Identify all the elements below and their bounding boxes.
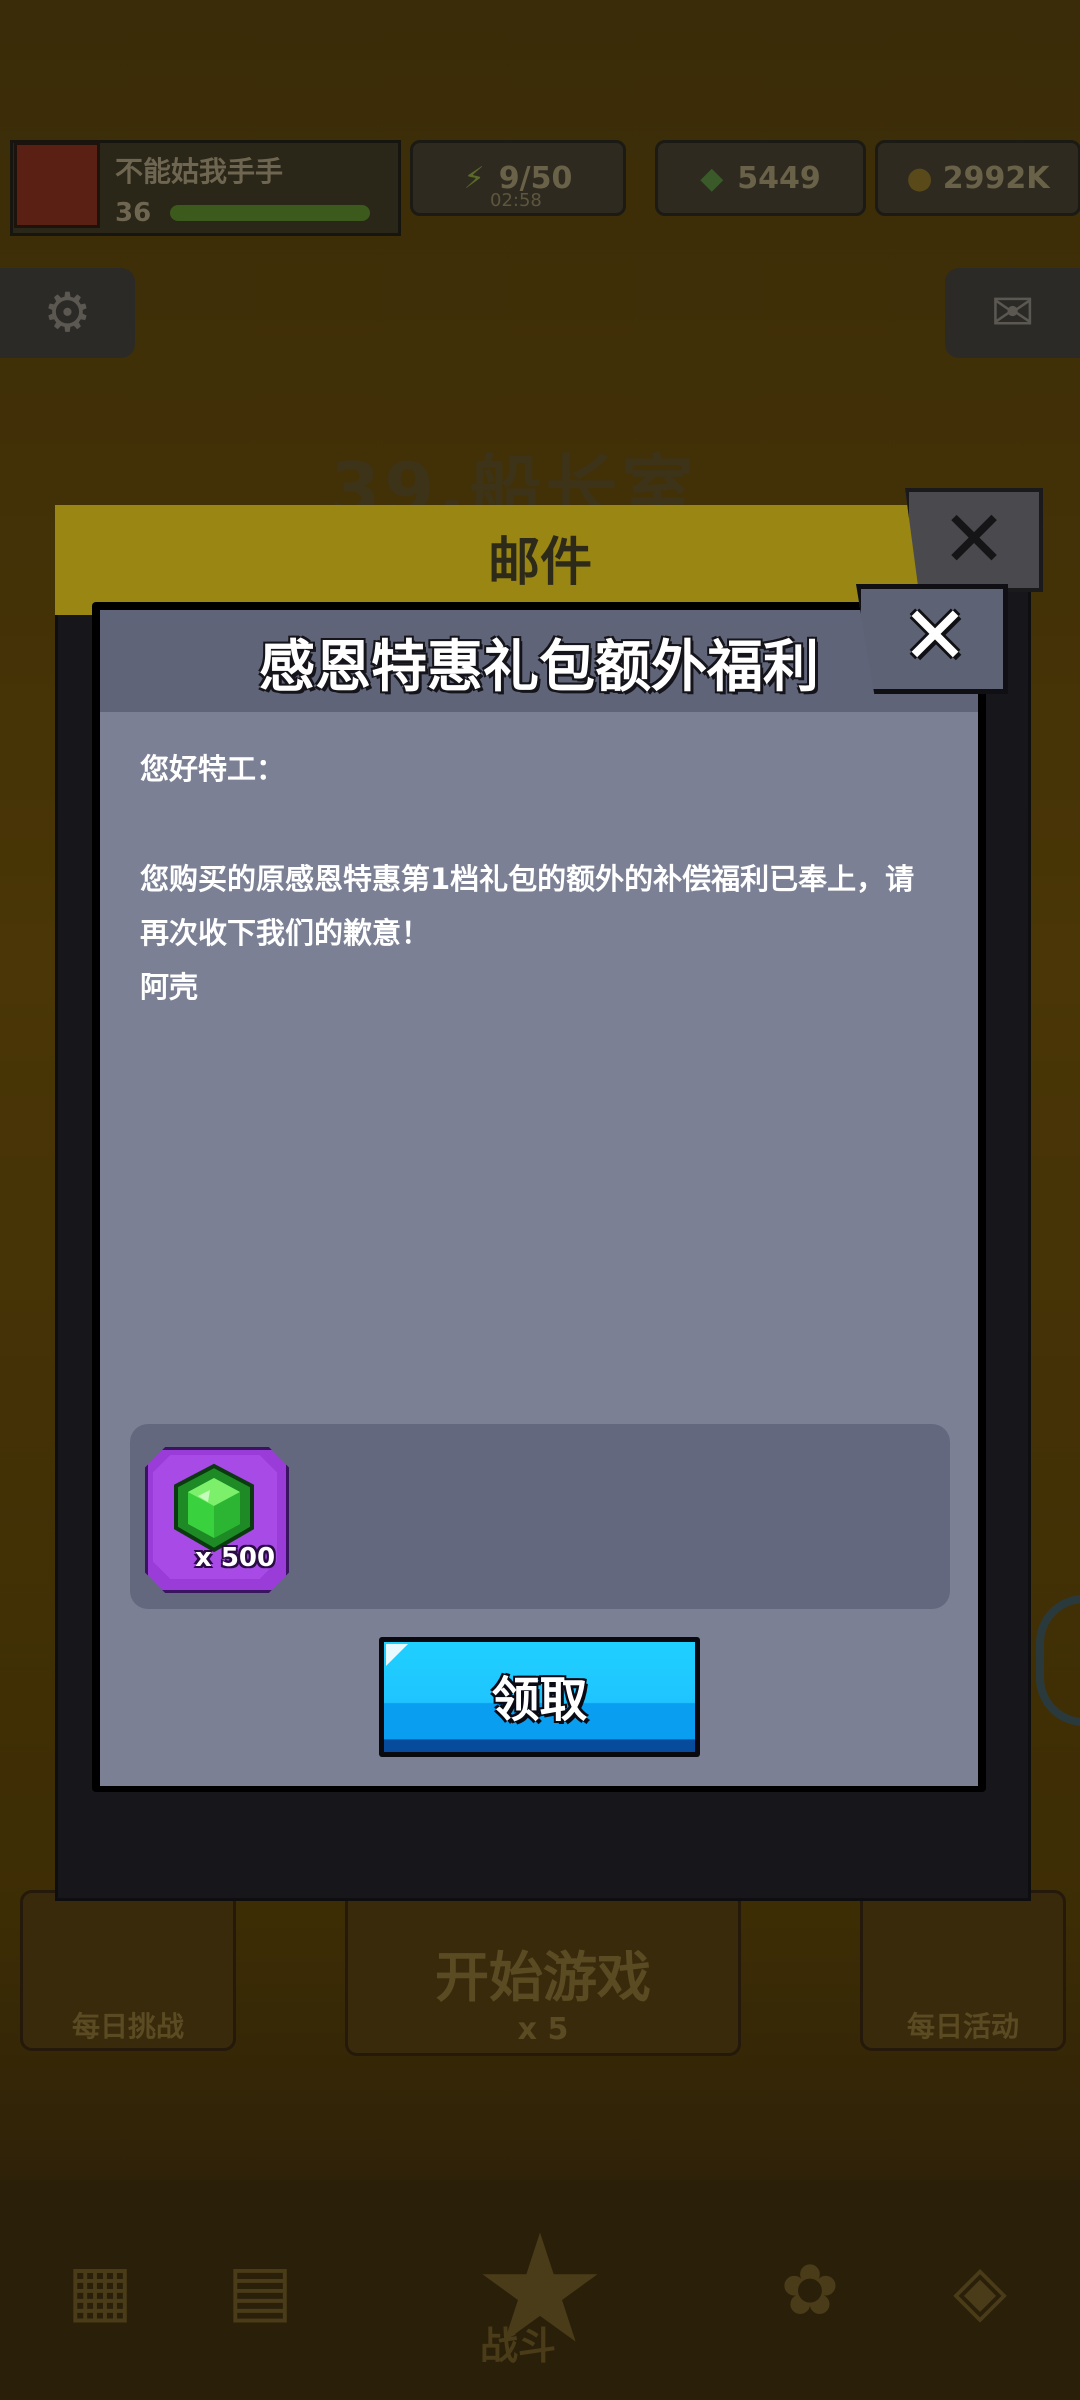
inventory-icon: ▤ <box>226 2249 294 2331</box>
start-game-cost: x 5 <box>517 2012 569 2047</box>
player-name: 不能姑我手手 <box>115 155 284 188</box>
mail-panel-title: 邮件 <box>487 533 592 593</box>
mail-icon: ✉ <box>945 268 1080 358</box>
settings-gear-icon: ⚙ <box>0 268 135 358</box>
message-signature: 阿壳 <box>140 970 199 1004</box>
dialog-title: 感恩特惠礼包额外福利 <box>259 635 819 700</box>
coin-value: 2992K <box>942 160 1050 196</box>
avatar <box>14 142 100 228</box>
reward-quantity: x 500 <box>195 1543 276 1573</box>
message-body-line2: 再次收下我们的歉意！ <box>140 916 431 950</box>
daily-challenge-card: 每日挑战 <box>20 1890 236 2051</box>
gem-value: 5449 <box>737 160 821 196</box>
player-level: 36 <box>115 198 152 228</box>
green-gem-icon <box>174 1463 254 1553</box>
shop-icon: ▦ <box>66 2249 134 2331</box>
gem-icon: ◆ <box>700 160 724 196</box>
start-game-label: 开始游戏 <box>435 1946 651 2009</box>
start-game-card: 开始游戏 x 5 <box>345 1890 741 2056</box>
daily-event-label: 每日活动 <box>906 2010 1019 2043</box>
evolve-icon: ◈ <box>953 2249 1007 2331</box>
gem-counter: ◆ 5449 <box>655 140 866 216</box>
battle-label: 战斗 <box>480 2324 557 2368</box>
claim-button-label[interactable]: 领取 <box>379 1660 700 1730</box>
daily-event-card: 每日活动 <box>860 1890 1066 2051</box>
xp-bar <box>170 205 370 221</box>
talent-icon: ✿ <box>780 2249 840 2331</box>
message-greeting: 您好特工： <box>140 752 286 786</box>
coin-counter: ● 2992K <box>875 140 1080 216</box>
energy-timer: 02:58 <box>490 190 542 211</box>
close-icon[interactable]: ✕ <box>880 586 990 686</box>
mail-panel-close-button[interactable]: ✕ <box>905 488 1043 592</box>
coin-icon: ● <box>906 160 933 196</box>
daily-challenge-label: 每日挑战 <box>71 2010 184 2043</box>
energy-icon: ⚡ <box>463 160 485 196</box>
message-body-line1: 您购买的原感恩特惠第1档礼包的额外的补偿福利已奉上，请 <box>140 862 915 896</box>
